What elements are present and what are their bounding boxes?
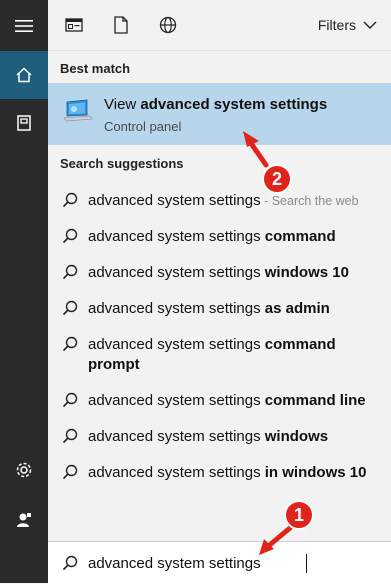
hamburger-icon [15, 20, 33, 32]
best-match-subtitle: Control panel [104, 119, 182, 134]
suggestion-bold-text: windows [264, 428, 329, 445]
suggestion-item[interactable]: advanced system settings command [48, 227, 391, 249]
suggestion-item[interactable]: advanced system settings command line [48, 391, 391, 413]
left-rail [0, 0, 48, 583]
search-icon [62, 300, 78, 316]
suggestion-bold-text: windows 10 [264, 264, 349, 281]
suggestion-text: advanced system settings command prompt [88, 335, 378, 375]
search-icon [62, 428, 78, 444]
home-button[interactable] [0, 51, 48, 99]
document-icon [17, 115, 31, 131]
suggestion-item[interactable]: advanced system settings as admin [48, 299, 391, 321]
suggestion-text: advanced system settings command line [88, 391, 378, 411]
suggestion-bold-text: command [264, 228, 336, 245]
suggestion-item[interactable]: advanced system settings windows 10 [48, 263, 391, 285]
suggestion-item[interactable]: advanced system settings command prompt [48, 335, 391, 379]
suggestion-text: advanced system settings command [88, 227, 378, 247]
home-icon [16, 67, 32, 83]
search-icon [62, 555, 78, 571]
search-box[interactable] [48, 541, 391, 584]
text-cursor [306, 554, 307, 573]
suggestion-base-text: advanced system settings [88, 464, 265, 481]
suggestion-text: advanced system settings windows [88, 427, 378, 447]
best-match-result[interactable]: View advanced system settings Control pa… [48, 83, 391, 145]
suggestion-text: advanced system settings as admin [88, 299, 378, 319]
apps-filter-icon [65, 18, 83, 32]
filters-label: Filters [317, 17, 356, 33]
suggestion-item[interactable]: advanced system settings windows [48, 427, 391, 449]
apps-filter-button[interactable] [62, 13, 86, 37]
suggestion-text: advanced system settings - Search the we… [88, 191, 378, 211]
suggestion-base-text: advanced system settings [88, 300, 265, 317]
suggestion-item[interactable]: advanced system settings in windows 10 [48, 463, 391, 485]
settings-button[interactable] [0, 446, 48, 494]
documents-button[interactable] [0, 99, 48, 147]
best-match-title-prefix: View [104, 96, 141, 113]
suggestion-base-text: advanced system settings [88, 336, 265, 353]
suggestion-base-text: advanced system settings [88, 428, 265, 445]
suggestion-bold-text: command line [264, 392, 366, 409]
web-filter-button[interactable] [156, 13, 180, 37]
web-filter-icon [159, 16, 177, 34]
search-icon [62, 192, 78, 208]
suggestion-item[interactable]: advanced system settings - Search the we… [48, 191, 391, 213]
best-match-heading: Best match [60, 61, 131, 76]
hamburger-menu-button[interactable] [0, 2, 48, 50]
suggestion-bold-text: in windows 10 [264, 464, 367, 481]
search-results-panel: Best match View advanced system settings… [48, 51, 391, 541]
filters-dropdown[interactable]: Filters [318, 15, 377, 35]
suggestion-base-text: advanced system settings [88, 392, 265, 409]
search-input[interactable] [88, 552, 378, 574]
best-match-title-bold: advanced system settings [140, 96, 328, 113]
search-icon [62, 464, 78, 480]
gear-icon [16, 462, 32, 478]
search-suggestions-heading: Search suggestions [60, 156, 184, 171]
search-icon [62, 228, 78, 244]
suggestion-hint-text: - Search the web [260, 194, 359, 208]
user-icon [17, 513, 31, 527]
chevron-down-icon [363, 21, 377, 29]
suggestion-text: advanced system settings windows 10 [88, 263, 378, 283]
feedback-button[interactable] [0, 496, 48, 544]
step-2-badge: 2 [262, 164, 292, 194]
suggestion-bold-text: as admin [264, 300, 330, 317]
suggestion-text: advanced system settings in windows 10 [88, 463, 378, 483]
search-icon [62, 336, 78, 352]
laptop-settings-icon [63, 99, 93, 122]
search-icon [62, 264, 78, 280]
suggestion-base-text: advanced system settings [88, 228, 265, 245]
filter-toolbar: Filters [48, 0, 391, 51]
document-filter-icon [114, 16, 128, 34]
suggestion-base-text: advanced system settings [88, 264, 265, 281]
documents-filter-button[interactable] [109, 13, 133, 37]
best-match-title: View advanced system settings [104, 96, 327, 113]
step-1-badge: 1 [284, 500, 314, 530]
suggestion-base-text: advanced system settings [88, 192, 261, 209]
search-icon [62, 392, 78, 408]
